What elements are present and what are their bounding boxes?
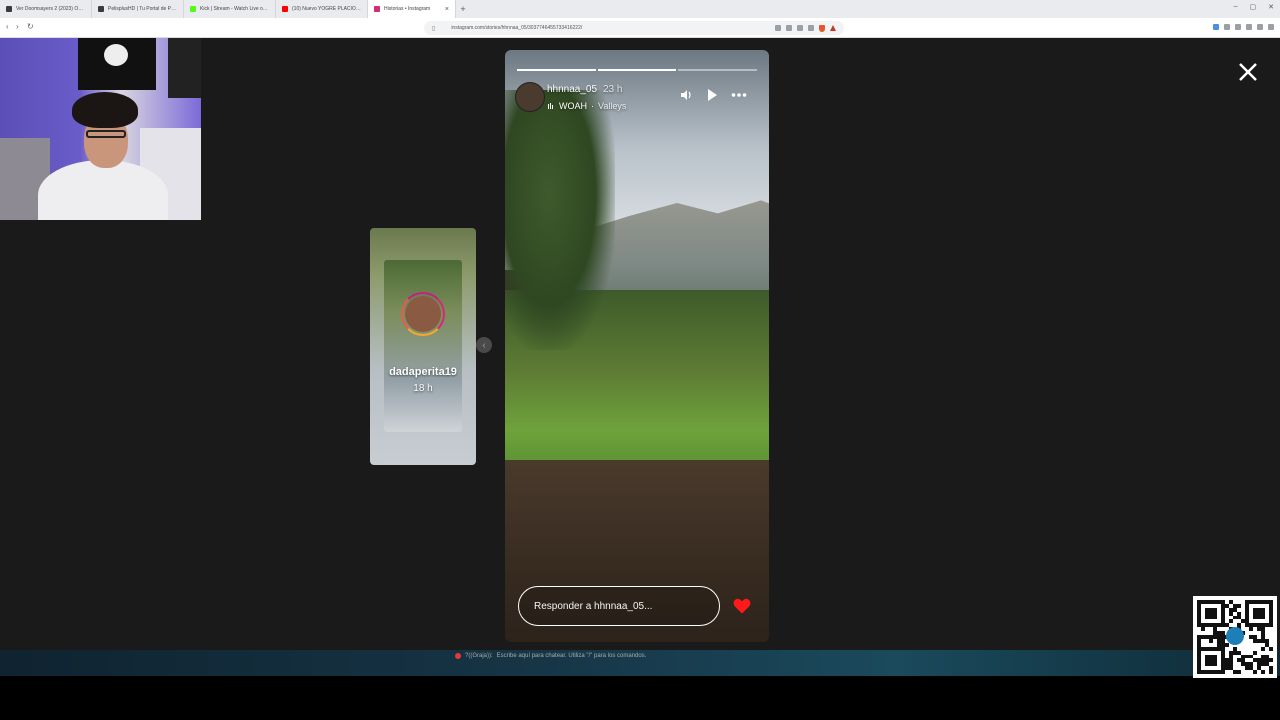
music-separator: · (591, 101, 594, 111)
translate-icon[interactable] (797, 25, 803, 31)
browser-tab[interactable]: Kick | Stream - Watch Live on Kick (184, 0, 276, 18)
story-progress-bar (517, 69, 758, 71)
progress-segment (597, 69, 677, 71)
play-icon[interactable] (705, 88, 719, 102)
back-icon[interactable]: ‹ (6, 22, 9, 31)
qr-code (1193, 596, 1277, 678)
story-header: hhnnaa_05 23 h WOAH · Valleys (515, 82, 763, 114)
glasses-shape (86, 130, 126, 138)
profile-icon[interactable] (1246, 24, 1252, 30)
brave-shield-icon[interactable] (819, 25, 825, 32)
previous-story-username: dadaperita19 (389, 366, 457, 378)
previous-story-time: 18 h (413, 383, 433, 394)
tab-close-icon[interactable]: × (445, 6, 449, 13)
hoodie-shape (38, 160, 168, 220)
wallet-icon[interactable] (1213, 24, 1219, 30)
story-tree-image (505, 90, 615, 350)
tab-favicon (6, 6, 12, 12)
tab-favicon (98, 6, 104, 12)
tab-label: Ver Doomsayers 2 (2023) Online - Pe (16, 6, 85, 12)
qr-logo-icon (1226, 627, 1244, 645)
tab-favicon (282, 6, 288, 12)
toolbar-icons (1213, 24, 1274, 30)
tab-label: (10) Nuevo YOGRE PLACIO - YouTube (292, 6, 361, 12)
avatar (405, 296, 441, 332)
tab-favicon (190, 6, 196, 12)
reply-input[interactable]: Responder a hhnnaa_05... (518, 586, 720, 626)
menu-icon[interactable] (1268, 24, 1274, 30)
stream-chat-bar: ?((Graja)): Escribe aquí para chatear. U… (455, 650, 810, 662)
tab-label: Historias • Instagram (384, 6, 431, 12)
zoom-icon[interactable] (775, 25, 781, 31)
previous-story-button[interactable]: ‹ (476, 337, 492, 353)
extensions-icon[interactable] (1224, 24, 1230, 30)
bookmark-icon[interactable]: ▯ (432, 25, 435, 32)
new-tab-button[interactable]: + (456, 4, 470, 14)
progress-segment (678, 69, 758, 71)
brave-rewards-icon[interactable] (830, 25, 836, 31)
music-artist: Valleys (598, 101, 627, 111)
address-bar: ‹ › ↻ ▯ instagram.com/stories/hhnnaa_05/… (0, 18, 1280, 38)
window-controls: – ▢ ✕ (1234, 3, 1274, 11)
chat-user: ?((Graja)): (465, 653, 493, 659)
hair-shape (72, 92, 138, 128)
forward-icon[interactable]: › (16, 22, 19, 31)
browser-tab[interactable]: Ver Doomsayers 2 (2023) Online - Pe (0, 0, 92, 18)
share-icon[interactable] (786, 25, 792, 31)
bottom-letterbox (0, 676, 1280, 720)
heart-icon[interactable] (733, 597, 751, 615)
more-options-icon[interactable] (731, 88, 747, 102)
reload-icon[interactable]: ↻ (27, 22, 34, 31)
previous-story-card[interactable]: dadaperita19 18 h (370, 228, 476, 465)
chevron-left-icon: ‹ (482, 339, 486, 351)
streamer-image (38, 88, 168, 220)
minimize-icon[interactable]: – (1234, 3, 1238, 11)
skull-icon (104, 44, 128, 66)
chat-input[interactable]: Escribe aquí para chatear. Utiliza "/" p… (497, 653, 647, 659)
progress-segment (517, 69, 596, 71)
volume-icon[interactable] (679, 88, 693, 102)
browser-tab[interactable]: (10) Nuevo YOGRE PLACIO - YouTube (276, 0, 368, 18)
close-icon (1239, 63, 1257, 81)
story-time: 23 h (603, 84, 623, 95)
story-music[interactable]: WOAH · Valleys (547, 101, 626, 111)
tab-favicon (374, 6, 380, 12)
browser-tab[interactable]: PelisplusHD | Tu Portal de Películas (92, 0, 184, 18)
url-field[interactable]: ▯ instagram.com/stories/hhnnaa_05/303774… (424, 21, 844, 35)
story-username[interactable]: hhnnaa_05 (547, 84, 597, 95)
browser-tab-bar: Ver Doomsayers 2 (2023) Online - Pe Peli… (0, 0, 1280, 18)
browser-tab-active[interactable]: Historias • Instagram × (368, 0, 456, 18)
previous-story-thumbnail (384, 260, 462, 432)
tab-label: PelisplusHD | Tu Portal de Películas (108, 6, 177, 12)
extension-icon[interactable] (808, 25, 814, 31)
tab-label: Kick | Stream - Watch Live on Kick (200, 6, 269, 12)
music-icon (548, 103, 553, 109)
maximize-icon[interactable]: ▢ (1250, 3, 1257, 11)
wall-poster-image (168, 38, 201, 98)
url-text: instagram.com/stories/hhnnaa_05/30377464… (451, 25, 583, 31)
close-story-button[interactable] (1234, 58, 1262, 86)
live-dot-icon (455, 653, 461, 659)
webcam-overlay (0, 38, 201, 220)
window-close-icon[interactable]: ✕ (1268, 3, 1274, 11)
music-title: WOAH (559, 101, 587, 111)
sidebar-icon[interactable] (1235, 24, 1241, 30)
main-story[interactable]: hhnnaa_05 23 h WOAH · Valleys Responder … (505, 50, 769, 642)
screen: Ver Doomsayers 2 (2023) Online - Pe Peli… (0, 0, 1280, 720)
story-controls (679, 88, 747, 102)
downloads-icon[interactable] (1257, 24, 1263, 30)
url-actions (775, 25, 836, 32)
avatar[interactable] (515, 82, 545, 112)
